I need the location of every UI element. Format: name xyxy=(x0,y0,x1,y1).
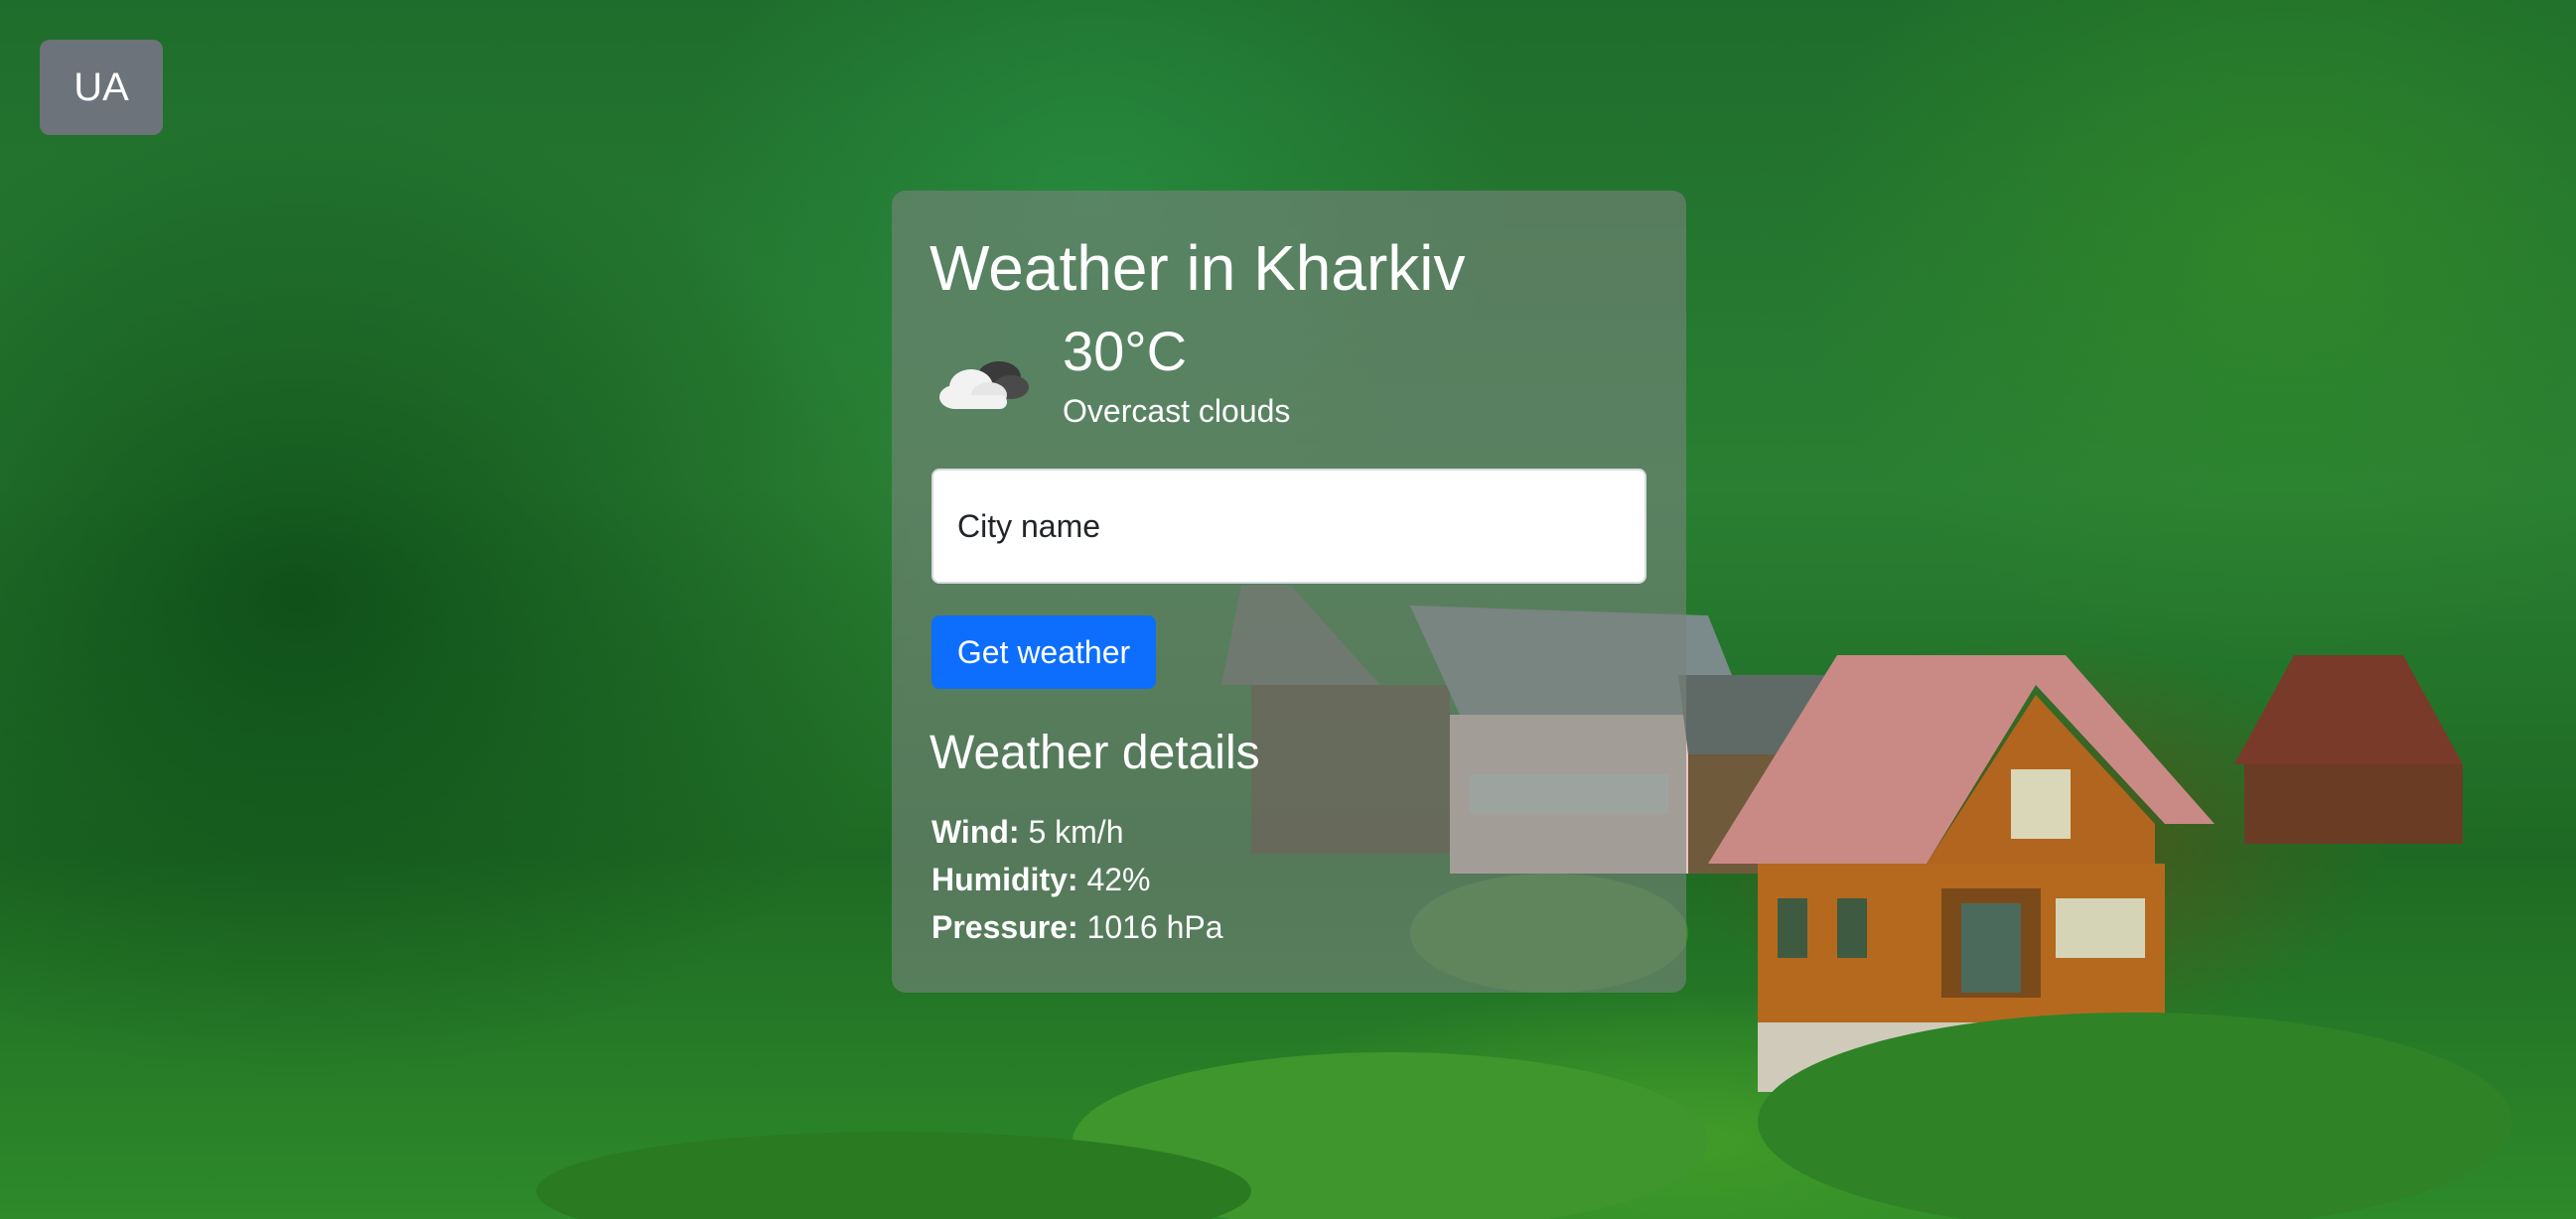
pressure-value: 1016 hPa xyxy=(1086,909,1223,945)
humidity-label: Humidity: xyxy=(931,862,1087,897)
pressure-detail: Pressure: 1016 hPa xyxy=(931,907,1223,947)
weather-card: Weather in Kharkiv 30°C Overcast clouds … xyxy=(892,191,1686,993)
get-weather-button[interactable]: Get weather xyxy=(931,615,1156,689)
weather-description: Overcast clouds xyxy=(1063,393,1291,429)
humidity-value: 42% xyxy=(1086,862,1151,897)
page-title: Weather in Kharkiv xyxy=(930,232,1466,304)
wind-label: Wind: xyxy=(931,814,1029,850)
language-toggle-button[interactable]: UA xyxy=(40,40,163,135)
wind-value: 5 km/h xyxy=(1028,814,1124,850)
humidity-detail: Humidity: 42% xyxy=(931,860,1150,899)
city-name-input[interactable] xyxy=(931,469,1646,584)
temperature-value: 30°C xyxy=(1063,320,1188,382)
pressure-label: Pressure: xyxy=(931,909,1087,945)
cloud-icon xyxy=(939,361,1029,409)
weather-details-heading: Weather details xyxy=(930,727,1260,779)
wind-detail: Wind: 5 km/h xyxy=(931,812,1123,852)
